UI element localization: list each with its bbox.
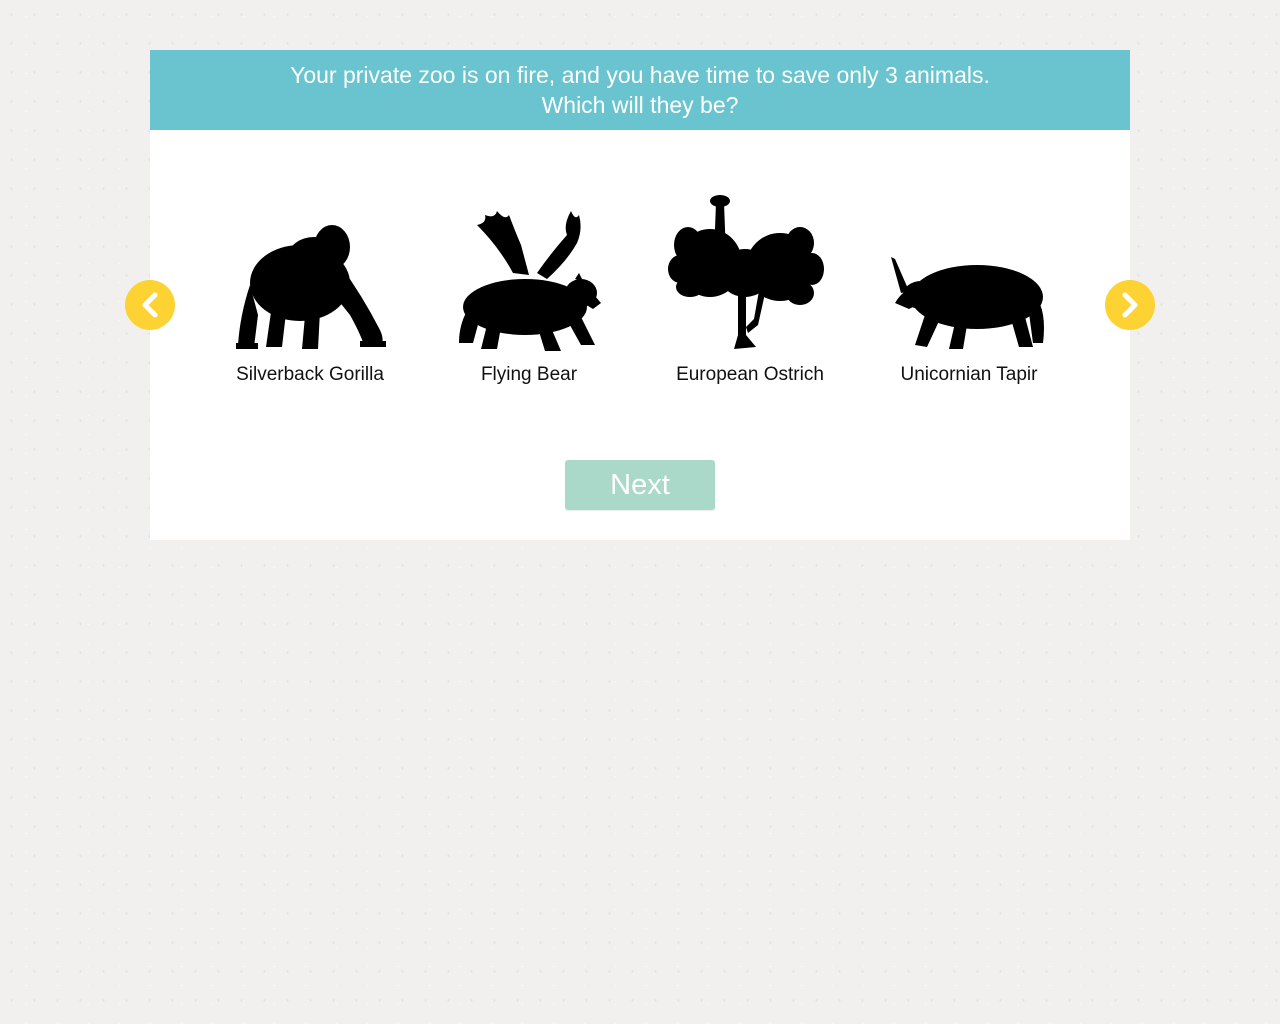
animal-option-unicornian-tapir[interactable]: Unicornian Tapir [869,185,1069,400]
chevron-right-icon [1122,292,1138,318]
chevron-left-icon [142,292,158,318]
animal-label: Silverback Gorilla [236,364,384,385]
animal-label: European Ostrich [676,364,824,385]
carousel-next-button[interactable] [1105,280,1155,330]
question-text-line-1: Your private zoo is on fire, and you hav… [290,62,990,88]
gorilla-silhouette-icon [210,185,410,355]
winged-bear-silhouette-icon [429,185,629,355]
question-text-line-2: Which will they be? [541,92,739,118]
animal-label: Unicornian Tapir [900,364,1038,385]
animal-option-european-ostrich[interactable]: European Ostrich [650,185,850,400]
carousel-prev-button[interactable] [125,280,175,330]
animal-label: Flying Bear [480,364,578,385]
ostrich-silhouette-icon [650,185,850,355]
horned-tapir-silhouette-icon [869,185,1069,355]
animal-option-flying-bear[interactable]: Flying Bear [429,185,629,400]
next-button[interactable]: Next [565,460,715,510]
question-header: Your private zoo is on fire, and you hav… [150,50,1130,130]
animal-option-silverback-gorilla[interactable]: Silverback Gorilla [210,185,410,400]
